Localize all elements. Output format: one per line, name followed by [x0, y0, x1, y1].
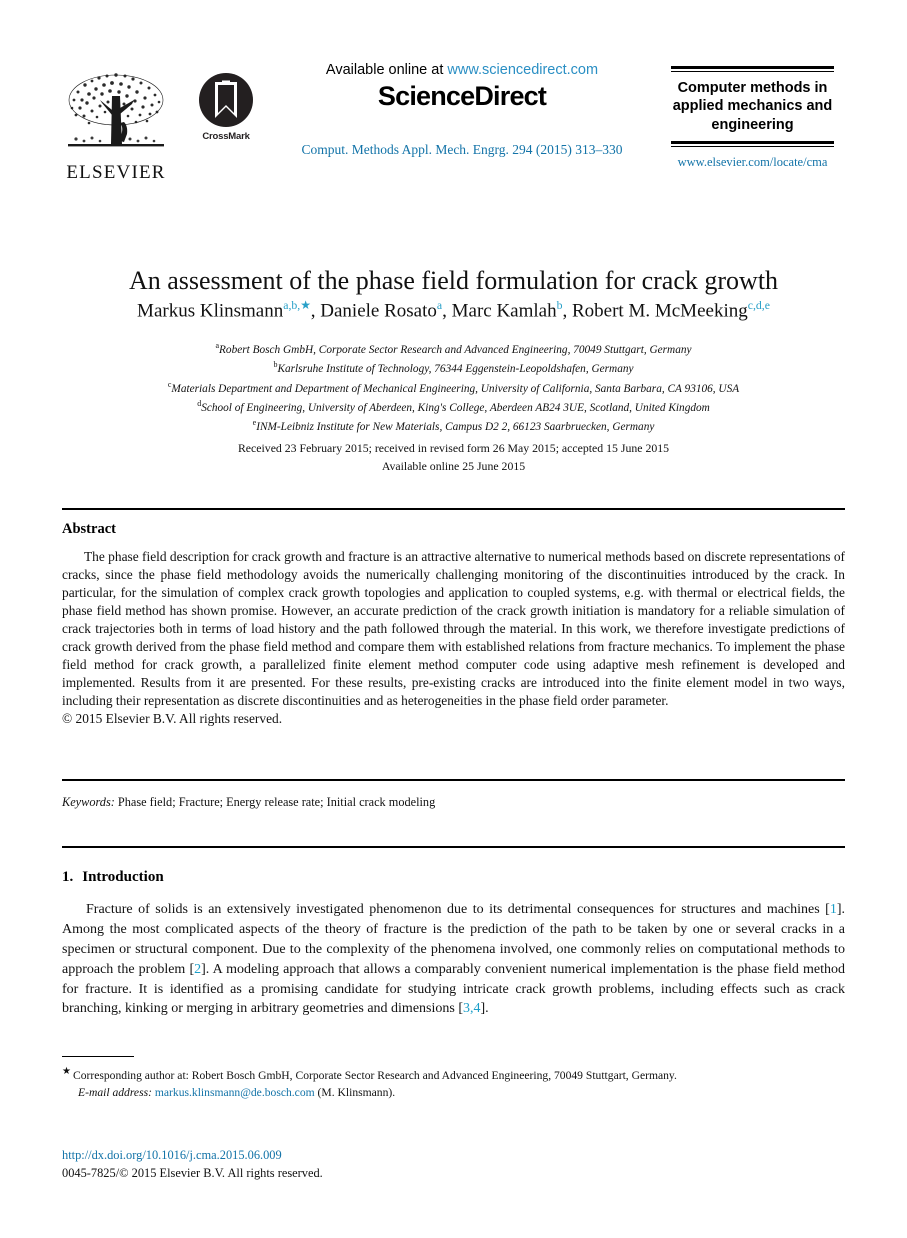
journal-name: Computer methods in applied mechanics an…: [672, 79, 833, 133]
citation-link[interactable]: 3,4: [463, 1001, 481, 1016]
section-title: Introduction: [82, 869, 164, 885]
email-label: E-mail address:: [78, 1086, 152, 1100]
corresponding-author-marker: ★: [62, 1066, 71, 1077]
affiliation-list: aRobert Bosch GmbH, Corporate Sector Res…: [62, 340, 845, 436]
affiliation-text: Materials Department and Department of M…: [171, 382, 740, 395]
author-affiliation-marks: c,d,e: [747, 299, 770, 312]
sciencedirect-block: Available online at www.sciencedirect.co…: [267, 62, 657, 158]
affiliation-item: aRobert Bosch GmbH, Corporate Sector Res…: [62, 340, 845, 359]
footnote-block: ★ Corresponding author at: Robert Bosch G…: [62, 1064, 845, 1102]
introduction-body: Fracture of solids is an extensively inv…: [62, 900, 845, 1019]
email-link[interactable]: markus.klinsmann@de.bosch.com: [155, 1086, 315, 1099]
author-separator: ,: [310, 300, 321, 322]
crossmark-icon: [199, 73, 253, 127]
citation-link[interactable]: 1: [830, 902, 837, 917]
author-affiliation-marks: a,b,★: [283, 299, 311, 312]
affiliation-text: Karlsruhe Institute of Technology, 76344…: [277, 363, 634, 376]
journal-reference-link[interactable]: Comput. Methods Appl. Mech. Engrg. 294 (…: [267, 142, 657, 158]
article-history: Received 23 February 2015; received in r…: [62, 440, 845, 475]
section-number: 1.: [62, 869, 74, 885]
journal-homepage-link[interactable]: www.elsevier.com/locate/cma: [660, 155, 845, 170]
abstract-divider: [62, 508, 845, 510]
affiliation-text: Robert Bosch GmbH, Corporate Sector Rese…: [219, 343, 692, 356]
body-text: Fracture of solids is an extensively inv…: [86, 902, 830, 917]
author-name[interactable]: Marc Kamlah: [452, 300, 557, 321]
doi-link[interactable]: http://dx.doi.org/10.1016/j.cma.2015.06.…: [62, 1147, 845, 1165]
crossmark-badge[interactable]: CrossMark: [184, 72, 268, 142]
author-name[interactable]: Daniele Rosato: [320, 300, 437, 321]
elsevier-wordmark: ELSEVIER: [66, 162, 166, 183]
journal-box-top-rule: [671, 66, 834, 72]
issn-copyright-line: 0045-7825/© 2015 Elsevier B.V. All right…: [62, 1165, 323, 1180]
section-divider: [62, 846, 845, 849]
section-heading: 1. Introduction: [62, 869, 164, 886]
affiliation-item: bKarlsruhe Institute of Technology, 7634…: [62, 359, 845, 378]
paper-page: ELSEVIER CrossMark Available online at w…: [0, 0, 907, 1238]
available-online-line: Available online at www.sciencedirect.co…: [267, 62, 657, 79]
affiliation-item: dSchool of Engineering, University of Ab…: [62, 398, 845, 417]
sciencedirect-url-link[interactable]: www.sciencedirect.com: [447, 62, 598, 78]
corresponding-author-text: Corresponding author at: Robert Bosch Gm…: [72, 1068, 677, 1082]
affiliation-item: eINM-Leibniz Institute for New Materials…: [62, 417, 845, 436]
author-list: Markus Klinsmanna,b,★, Daniele Rosatoa, …: [62, 298, 845, 324]
publication-footer: http://dx.doi.org/10.1016/j.cma.2015.06.…: [62, 1147, 845, 1183]
keywords-line: Keywords: Phase field; Fracture; Energy …: [62, 795, 845, 810]
affiliation-text: School of Engineering, University of Abe…: [201, 401, 710, 414]
keywords-label: Keywords:: [62, 795, 115, 809]
author-name[interactable]: Markus Klinsmann: [137, 300, 283, 321]
affiliation-text: INM-Leibniz Institute for New Materials,…: [256, 420, 655, 433]
crossmark-label: CrossMark: [202, 131, 250, 142]
available-online-prefix: Available online at: [325, 62, 448, 78]
journal-title-box: Computer methods in applied mechanics an…: [660, 66, 845, 170]
available-online-date: Available online 25 June 2015: [381, 458, 526, 473]
author-separator: ,: [562, 300, 572, 322]
body-text: ].: [480, 1001, 489, 1017]
introduction-paragraph: Fracture of solids is an extensively inv…: [62, 900, 845, 1019]
sciencedirect-wordmark: ScienceDirect: [377, 81, 547, 112]
email-owner: (M. Klinsmann).: [317, 1086, 396, 1100]
affiliation-item: cMaterials Department and Department of …: [62, 379, 845, 398]
received-line: Received 23 February 2015; received in r…: [237, 441, 670, 455]
footnote-divider: [62, 1056, 134, 1058]
keywords-values: Phase field; Fracture; Energy release ra…: [117, 795, 436, 809]
journal-box-bottom-rule: [671, 141, 834, 147]
abstract-copyright: © 2015 Elsevier B.V. All rights reserved…: [62, 711, 283, 727]
corresponding-author-note: ★ Corresponding author at: Robert Bosch G…: [62, 1064, 845, 1084]
abstract-body: The phase field description for crack gr…: [62, 548, 845, 728]
author-name[interactable]: Robert M. McMeeking: [572, 300, 748, 321]
elsevier-logo: ELSEVIER: [62, 70, 170, 182]
masthead: ELSEVIER CrossMark Available online at w…: [62, 62, 845, 207]
author-separator: ,: [442, 300, 452, 322]
elsevier-tree-icon: [68, 73, 164, 147]
abstract-text: The phase field description for crack gr…: [62, 549, 845, 709]
abstract-heading: Abstract: [62, 521, 116, 537]
page-title: An assessment of the phase field formula…: [128, 266, 779, 296]
email-note: E-mail address: markus.klinsmann@de.bosc…: [62, 1084, 845, 1101]
keywords-divider: [62, 779, 845, 781]
